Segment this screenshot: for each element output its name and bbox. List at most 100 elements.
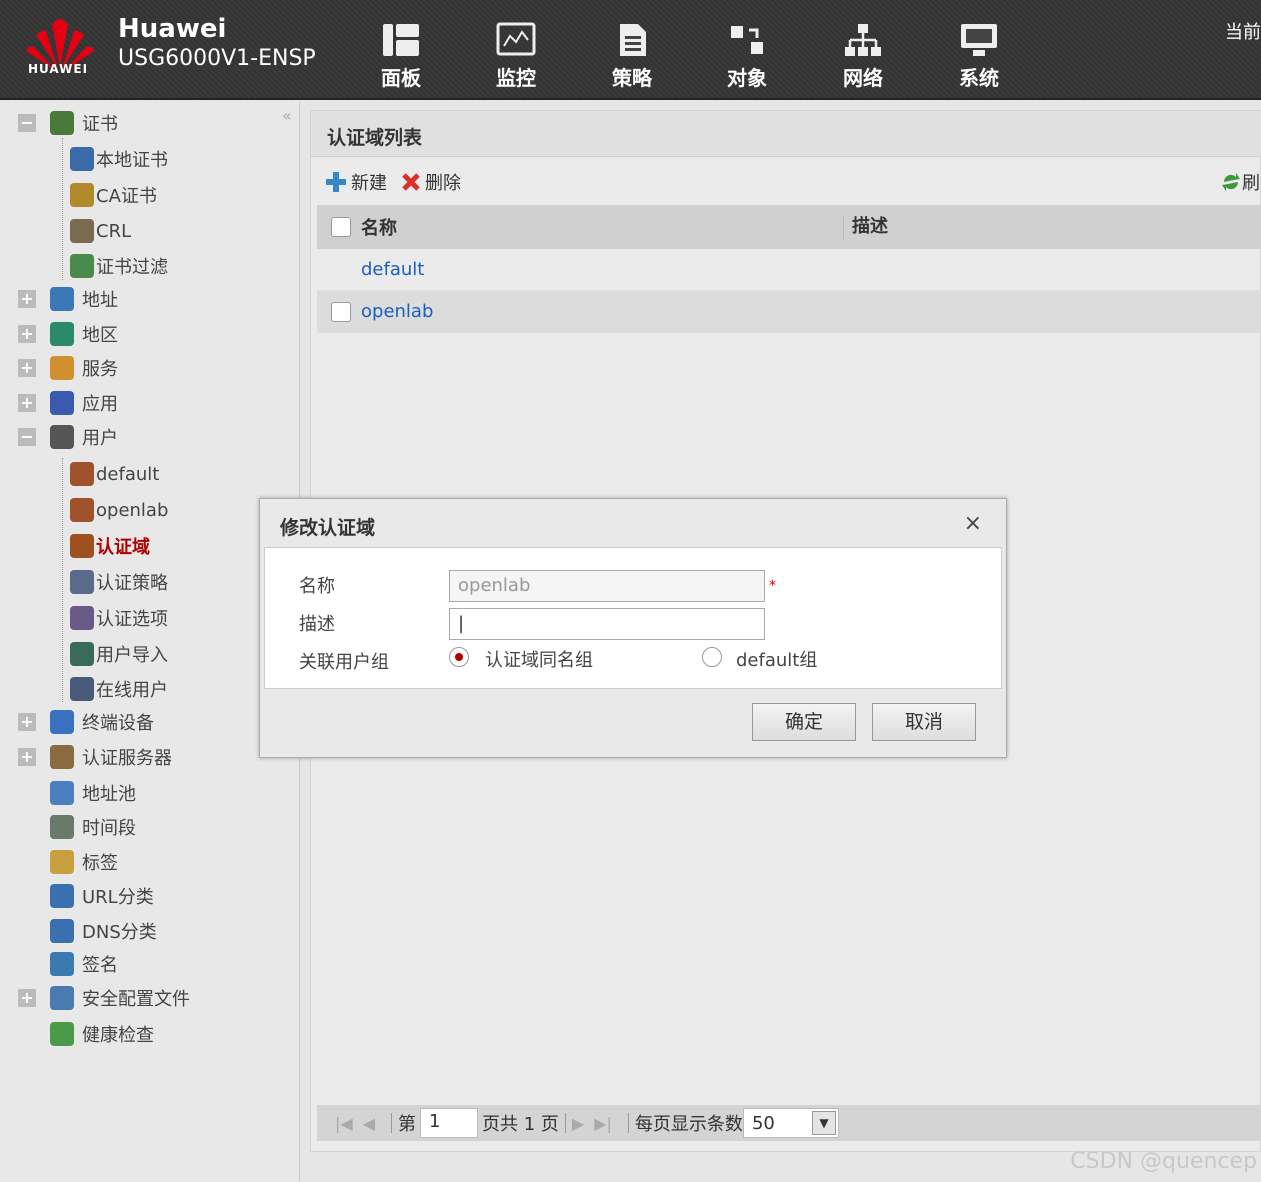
first-page-icon[interactable]: |◀ [335,1114,353,1133]
sidebar-item-16[interactable]: 用户导入 [70,639,168,669]
sidebar-item-20[interactable]: 地址池 [18,778,136,808]
ok-button[interactable]: 确定 [752,703,856,741]
sidebar-item-14[interactable]: 认证策略 [70,567,168,597]
sidebar-item-25[interactable]: 签名 [18,949,118,979]
per-page-label: 每页显示条数 [634,1114,743,1135]
nav-policy[interactable]: 策略 [592,22,672,91]
sidebar-item-13[interactable]: 认证域 [70,531,150,561]
sidebar-item-27[interactable]: 健康检查 [18,1019,154,1049]
page-total: 页共 1 页 [482,1114,559,1135]
nav-label: 策略 [612,66,652,90]
sidebar-item-22[interactable]: 标签 [18,847,118,877]
delete-button[interactable]: 删除 [401,169,461,195]
sidebar-item-5[interactable]: 证书过滤 [70,251,168,281]
expand-icon[interactable]: + [18,989,36,1007]
pager: |◀ ◀ 第 1 页共 1 页 ▶ ▶| 每页显示条数 50 ▼ [317,1105,1261,1141]
sidebar-item-11[interactable]: default [70,459,159,489]
brand-name: Huawei [118,14,227,44]
sidebar-item-17[interactable]: 在线用户 [70,674,168,704]
refresh-button[interactable]: 刷 [1220,169,1260,195]
collapse-icon[interactable]: − [18,114,36,132]
sidebar-item-21[interactable]: 时间段 [18,812,136,842]
cancel-button[interactable]: 取消 [872,703,976,741]
sidebar-item-10[interactable]: − 用户 [18,422,118,452]
tree-node-icon [50,986,74,1010]
nav-object[interactable]: 对象 [707,22,787,91]
nav-monitor[interactable]: 监控 [476,22,556,91]
sidebar-item-2[interactable]: 本地证书 [70,144,168,174]
sidebar-item-12[interactable]: openlab [70,495,168,525]
collapse-sidebar-icon[interactable]: « [282,106,292,125]
top-header: HUAWEI Huawei USG6000V1-ENSP 面板 监控 策略 对象… [0,0,1261,100]
tree-node-icon [50,919,74,943]
grid-header: 名称 描述 [317,205,1261,249]
sidebar-item-label: 证书过滤 [96,257,168,278]
sidebar-item-7[interactable]: + 地区 [18,319,118,349]
column-description: 描述 [843,215,888,239]
expand-icon[interactable]: + [18,748,36,766]
add-icon [326,172,346,192]
last-page-icon[interactable]: ▶| [594,1114,612,1133]
tree-node-icon [50,356,74,380]
nav-dashboard[interactable]: 面板 [361,22,441,91]
nav-network[interactable]: 网络 [823,22,903,91]
tree-line [62,138,63,280]
nav-system[interactable]: 系统 [939,22,1019,91]
radio-same-name-group[interactable] [449,647,469,667]
description-input[interactable]: | [449,608,765,640]
toolbar: 新建 删除 [325,169,475,195]
select-all-checkbox[interactable] [331,217,351,237]
sidebar-item-label: 证书 [82,114,118,135]
tree-node-icon [70,219,94,243]
tree-node-icon [50,745,74,769]
sidebar-item-8[interactable]: + 服务 [18,353,118,383]
per-page-select[interactable]: 50 ▼ [742,1108,839,1138]
sidebar-item-label: openlab [96,499,169,521]
radio-same-name-group-label: 认证域同名组 [485,650,593,671]
sidebar-item-label: 终端设备 [82,713,154,734]
sidebar-item-23[interactable]: URL分类 [18,881,154,911]
sidebar-item-label: 用户导入 [96,645,168,666]
tree-node-icon [50,781,74,805]
row-checkbox[interactable] [331,301,351,322]
radio-default-group[interactable] [702,647,722,667]
row-link-default[interactable]: default [361,259,424,280]
sidebar-item-24[interactable]: DNS分类 [18,916,157,946]
new-button[interactable]: 新建 [325,169,387,195]
sidebar-item-26[interactable]: + 安全配置文件 [18,983,190,1013]
page-input[interactable]: 1 [420,1108,479,1138]
sidebar-item-18[interactable]: + 终端设备 [18,707,154,737]
dialog-title: 修改认证域 [280,517,376,539]
sidebar-item-9[interactable]: + 应用 [18,388,118,418]
row-link-openlab[interactable]: openlab [361,301,433,322]
sidebar-item-3[interactable]: CA证书 [70,180,157,210]
expand-icon[interactable]: + [18,325,36,343]
expand-icon[interactable]: + [18,290,36,308]
expand-icon[interactable]: + [18,713,36,731]
sidebar-item-4[interactable]: CRL [70,216,131,246]
sidebar-item-6[interactable]: + 地址 [18,284,118,314]
sidebar-item-15[interactable]: 认证选项 [70,603,168,633]
next-page-icon[interactable]: ▶ [572,1114,584,1133]
prev-page-icon[interactable]: ◀ [363,1114,375,1133]
nav-label: 网络 [843,66,883,90]
tree-node-icon [50,952,74,976]
new-label: 新建 [351,173,387,194]
expand-icon[interactable]: + [18,359,36,377]
system-icon [961,24,997,56]
sidebar-item-label: 服务 [82,359,118,380]
collapse-icon[interactable]: − [18,428,36,446]
tree-node-icon [50,1022,74,1046]
chevron-down-icon[interactable]: ▼ [811,1111,836,1135]
sidebar-item-1[interactable]: − 证书 [18,108,118,138]
tree-node-icon [50,111,74,135]
name-input: openlab [449,570,765,602]
sidebar-item-label: 地址 [82,290,118,311]
close-icon[interactable]: × [964,511,982,536]
expand-icon[interactable]: + [18,394,36,412]
sidebar-item-19[interactable]: + 认证服务器 [18,742,172,772]
